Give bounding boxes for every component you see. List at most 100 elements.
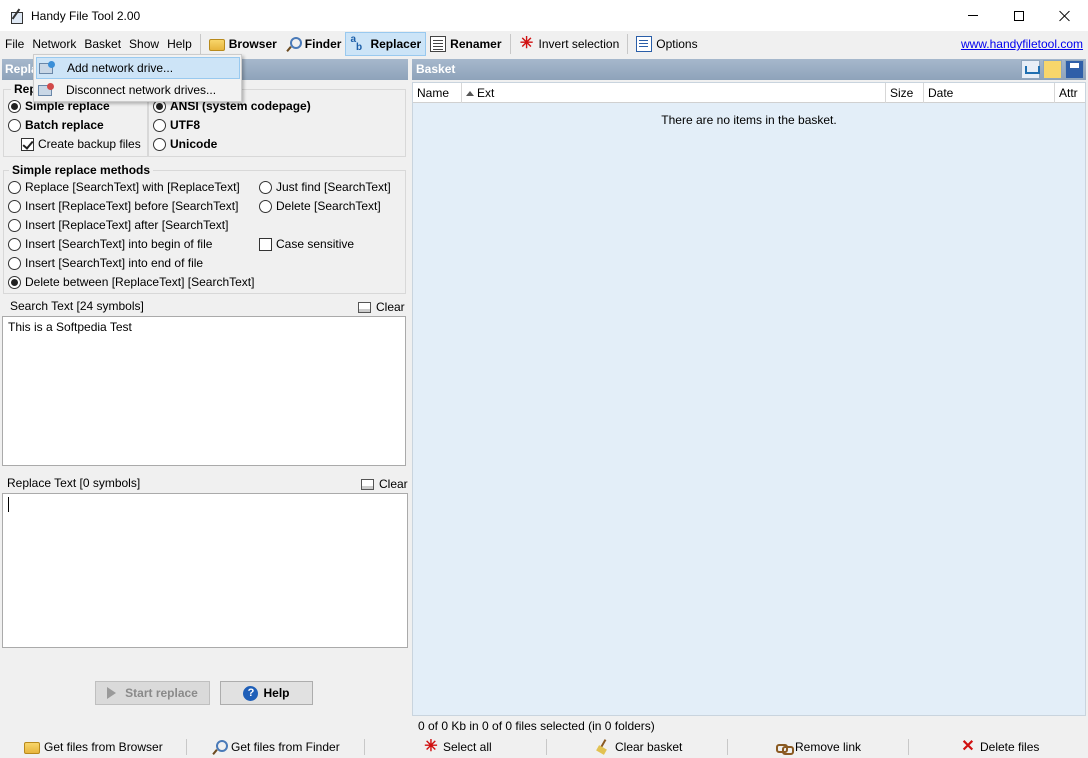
method-label: Insert [SearchText] into begin of file: [25, 237, 213, 251]
get-files-finder-button[interactable]: Get files from Finder: [211, 736, 340, 758]
disconnect-network-drives-item[interactable]: Disconnect network drives...: [36, 79, 240, 101]
select-all-label: Select all: [443, 740, 492, 754]
invert-selection-button[interactable]: ✳ Invert selection: [515, 32, 624, 56]
sort-ascending-icon: [466, 91, 474, 96]
clear-label: Clear: [379, 477, 408, 491]
disconnect-network-drive-icon: [38, 83, 54, 97]
delete-files-label: Delete files: [980, 740, 1040, 754]
menu-help[interactable]: Help: [163, 33, 196, 55]
basket-empty-message: There are no items in the basket.: [661, 113, 837, 127]
asterisk-icon: ✳: [424, 738, 438, 755]
method-delete-radio[interactable]: Delete [SearchText]: [259, 197, 381, 215]
renamer-button[interactable]: Renamer: [426, 32, 505, 56]
radio-button-icon: [8, 199, 21, 213]
menu-network[interactable]: Network: [28, 33, 80, 55]
options-icon: [636, 36, 653, 52]
method-insert-begin-radio[interactable]: Insert [SearchText] into begin of file: [8, 235, 212, 253]
search-text-area[interactable]: This is a Softpedia Test: [2, 316, 406, 466]
bottom-action-bar: Get files from Browser Get files from Fi…: [0, 736, 1088, 758]
asterisk-icon: ✳: [519, 35, 534, 52]
replace-text-label: Replace Text [0 symbols]: [7, 476, 141, 490]
column-date[interactable]: Date: [924, 83, 1055, 103]
method-label: Insert [ReplaceText] after [SearchText]: [25, 218, 229, 232]
link-icon: [775, 739, 794, 755]
finder-button[interactable]: Finder: [281, 32, 346, 56]
method-insert-end-radio[interactable]: Insert [SearchText] into end of file: [8, 254, 203, 272]
app-icon: [9, 8, 25, 24]
radio-button-icon: [8, 275, 21, 289]
toolbar-separator: [199, 34, 201, 54]
menu-show[interactable]: Show: [125, 33, 163, 55]
replacer-label: Replacer: [370, 37, 422, 51]
basket-header: Basket: [412, 59, 1086, 80]
finder-label: Finder: [304, 37, 342, 51]
folder-icon: [24, 742, 40, 754]
options-button[interactable]: Options: [632, 32, 701, 56]
method-label: Delete between [ReplaceText] [SearchText…: [25, 275, 255, 289]
browser-button[interactable]: Browser: [205, 32, 281, 56]
method-label: Delete [SearchText]: [276, 199, 381, 213]
menu-basket[interactable]: Basket: [80, 33, 125, 55]
maximize-button[interactable]: [996, 0, 1042, 31]
window-title: Handy File Tool 2.00: [31, 8, 141, 23]
create-backup-label: Create backup files: [38, 137, 141, 151]
delete-files-button[interactable]: ✕ Delete files: [960, 736, 1039, 758]
method-just-find-radio[interactable]: Just find [SearchText]: [259, 178, 391, 196]
column-attr[interactable]: Attr: [1055, 83, 1085, 103]
eraser-icon: [361, 478, 374, 490]
clear-basket-label: Clear basket: [615, 740, 683, 754]
bottom-separator: [186, 739, 187, 755]
start-replace-button[interactable]: Start replace: [95, 681, 210, 705]
utf8-radio[interactable]: UTF8: [153, 116, 200, 134]
clear-replace-button[interactable]: Clear: [361, 477, 408, 491]
bottom-separator: [908, 739, 909, 755]
options-label: Options: [656, 37, 698, 51]
open-folder-icon[interactable]: [1043, 60, 1062, 79]
eraser-icon: [358, 301, 371, 313]
batch-replace-label: Batch replace: [25, 118, 104, 132]
batch-replace-radio[interactable]: Batch replace: [8, 116, 104, 134]
column-name[interactable]: Name: [413, 83, 462, 103]
case-sensitive-label: Case sensitive: [276, 237, 355, 251]
remove-link-button[interactable]: Remove link: [775, 736, 861, 758]
basket-title: Basket: [416, 62, 456, 76]
invert-selection-label: Invert selection: [538, 37, 620, 51]
create-backup-checkbox[interactable]: Create backup files: [21, 135, 141, 153]
method-insert-before-radio[interactable]: Insert [ReplaceText] before [SearchText]: [8, 197, 238, 215]
method-replace-radio[interactable]: Replace [SearchText] with [ReplaceText]: [8, 178, 240, 196]
basket-tools: [1021, 60, 1084, 79]
save-icon[interactable]: [1065, 60, 1084, 79]
get-files-browser-button[interactable]: Get files from Browser: [24, 736, 163, 758]
method-insert-after-radio[interactable]: Insert [ReplaceText] after [SearchText]: [8, 216, 228, 234]
select-all-button[interactable]: ✳ Select all: [423, 736, 492, 758]
column-ext[interactable]: Ext: [462, 83, 886, 103]
radio-button-icon: [153, 118, 166, 132]
minimize-button[interactable]: [950, 0, 996, 31]
clear-basket-button[interactable]: Clear basket: [595, 736, 682, 758]
case-sensitive-checkbox[interactable]: Case sensitive: [259, 235, 354, 253]
radio-button-icon: [8, 118, 21, 132]
replacer-button[interactable]: a b Replacer: [345, 32, 427, 56]
basket-cart-icon[interactable]: [1021, 60, 1040, 79]
replacer-panel: Repla Rep Simple replace Batch replace C…: [0, 58, 410, 718]
close-button[interactable]: [1042, 0, 1088, 31]
network-dropdown-menu: Add network drive... Disconnect network …: [33, 54, 242, 102]
column-size[interactable]: Size: [886, 83, 924, 103]
help-button[interactable]: ? Help: [220, 681, 313, 705]
radio-button-icon: [8, 180, 21, 194]
folder-icon: [208, 39, 225, 51]
column-ext-label: Ext: [477, 86, 495, 100]
unicode-radio[interactable]: Unicode: [153, 135, 217, 153]
clear-search-button[interactable]: Clear: [358, 300, 405, 314]
bottom-separator: [727, 739, 728, 755]
method-delete-between-radio[interactable]: Delete between [ReplaceText] [SearchText…: [8, 273, 254, 291]
toolbar-separator: [509, 34, 511, 54]
basket-grid[interactable]: Name Ext Size Date Attr There are no ite…: [412, 82, 1086, 716]
delete-x-icon: ✕: [961, 738, 975, 755]
window-controls: [950, 0, 1088, 31]
website-link[interactable]: www.handyfiletool.com: [961, 37, 1083, 51]
menu-file[interactable]: File: [1, 33, 28, 55]
get-files-browser-label: Get files from Browser: [44, 740, 163, 754]
replace-text-area[interactable]: [2, 493, 408, 648]
add-network-drive-item[interactable]: Add network drive...: [36, 57, 240, 79]
